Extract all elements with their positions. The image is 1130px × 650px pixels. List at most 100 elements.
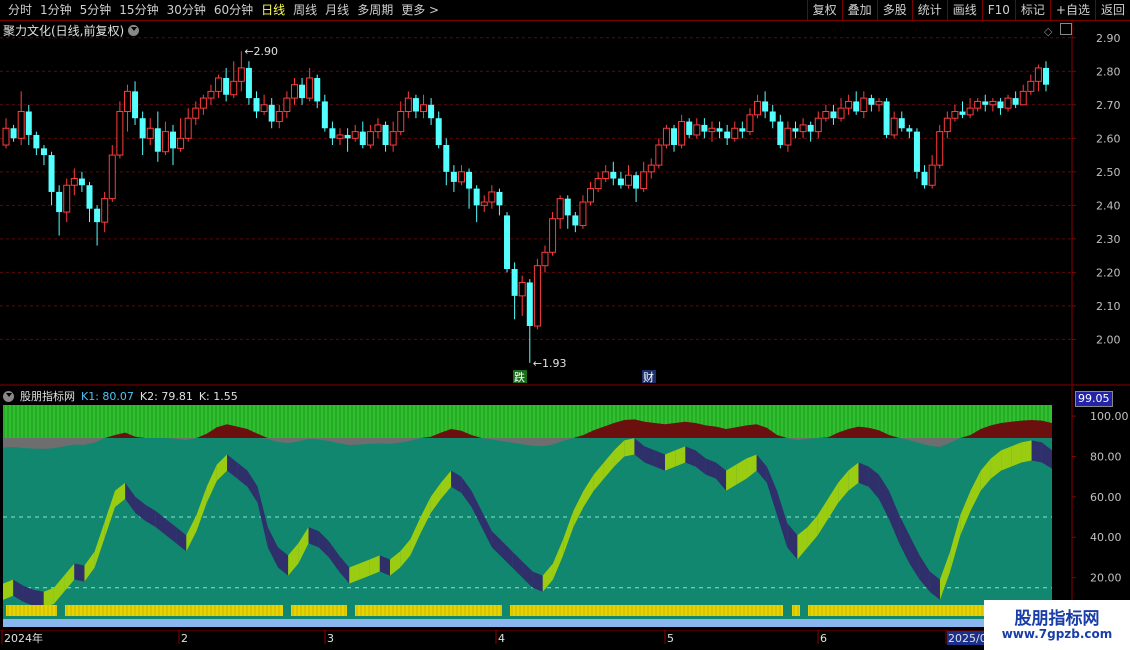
x-tick-label: 2024年 [4,631,43,645]
candle-body [260,104,268,112]
candle-body [116,111,124,156]
chevron-down-icon[interactable] [3,390,14,402]
candle-body [731,127,739,139]
yellow-band [65,605,283,616]
period-tab-3[interactable]: 15分钟 [115,0,162,20]
candle-body [814,117,822,133]
candlestick-chart[interactable]: 2.90 2.80 2.70 2.60 2.50 2.40 2.30 2.20 2.10 2.00… [0,21,1130,407]
toolbar-button-1[interactable]: 叠加 [841,0,877,20]
candle-body [647,164,655,173]
candle-body [245,67,252,99]
x-tick-label: 5 [667,632,674,645]
y-tick-label: 2.00 [1096,333,1121,346]
candle-body [997,101,1004,109]
candle-body [533,265,541,327]
candle-body [397,111,405,133]
period-tab-2[interactable]: 5分钟 [76,0,116,20]
bottom-band [3,619,1052,627]
candle-body [192,107,200,119]
candle-body [170,131,177,149]
yellow-band [510,605,783,616]
candle-body [921,171,928,186]
toolbar-button-6[interactable]: 标记 [1014,0,1050,20]
candle-body [488,191,496,203]
candle-body [48,155,55,192]
current-value-badge: 99.05 [1075,391,1113,407]
candle-body [404,97,412,112]
toolbar-button-2[interactable]: 多股 [876,0,912,20]
candle-body [686,121,693,135]
candle-body [587,188,595,203]
candle-body [769,111,776,122]
stock-title: 聚力文化(日线,前复权) [3,24,125,38]
candle-body [466,171,473,189]
toolbar-button-8[interactable]: 返回 [1094,0,1130,20]
period-tab-0[interactable]: 分时 [4,0,36,20]
candle-body [898,118,905,129]
candle-body [1034,67,1042,82]
candle-body [199,97,207,109]
watermark-title: 股朋指标网 [1014,609,1100,629]
period-tab-7[interactable]: 周线 [289,0,321,20]
candle-body [207,90,215,99]
candle-body [602,171,610,180]
period-tab-6[interactable]: 日线 [257,0,289,20]
candle-body [853,101,860,112]
period-tab-8[interactable]: 月线 [321,0,353,20]
toolbar-button-4[interactable]: 画线 [946,0,982,20]
candle-body [579,201,587,226]
candle-body [329,128,336,139]
event-mark: 跌 [514,370,525,384]
toolbar-buttons: 复权 叠加 多股 统计 画线 F10 标记 +自选 返回 [806,0,1130,20]
candle-body [2,127,10,146]
y-tick-label: 2.80 [1096,65,1121,78]
candle-body [890,117,898,136]
candle-body [336,134,344,139]
kband-segment [858,462,869,487]
candle-body [868,98,875,105]
toolbar-button-3[interactable]: 统计 [911,0,947,20]
candle-body [564,198,571,216]
period-tab-4[interactable]: 30分钟 [163,0,210,20]
candle-body [662,127,670,146]
candle-body [701,124,708,132]
watermark-url: www.7gpzb.com [1001,627,1113,641]
toolbar-button-0[interactable]: 复权 [806,0,842,20]
candle-body [951,111,959,119]
candle-body [678,121,686,146]
candle-body [837,107,845,119]
candle-body [572,215,579,226]
candle-body [412,98,419,112]
candle-body [526,282,533,327]
y-tick-label: 2.90 [1096,32,1121,45]
y-tick-label: 2.30 [1096,233,1121,246]
yellow-band [792,605,800,616]
toolbar-button-7[interactable]: +自选 [1049,0,1095,20]
low-label: ←1.93 [533,357,567,370]
kband-segment [74,563,85,582]
period-tab-5[interactable]: 60分钟 [210,0,257,20]
toolbar-button-5[interactable]: F10 [981,0,1015,20]
candle-body [237,67,245,82]
maximize-icon[interactable] [1060,23,1072,35]
chevron-down-icon[interactable] [128,25,140,36]
candle-body [989,100,997,106]
candle-body [33,134,40,149]
candle-body [389,131,397,146]
candle-body [671,128,678,146]
y-tick-label: 2.50 [1096,166,1121,179]
candle-body [299,84,306,99]
candle-body [70,178,78,186]
diamond-icon[interactable]: ◇ [1044,25,1052,38]
event-mark: 财 [643,370,654,384]
period-tab-1[interactable]: 1分钟 [36,0,76,20]
candle-body [351,131,359,139]
candle-body [473,188,480,206]
period-tab-9[interactable]: 多周期 [353,0,397,20]
period-tab-10[interactable]: 更多 > [397,0,443,20]
indicator-tick-label: 80.00 [1090,450,1122,463]
indicator-chart[interactable]: 100.00 80.00 60.00 40.00 20.00 [0,386,1130,631]
candle-body [1019,90,1027,106]
candle-body [63,184,71,213]
period-tabs: 分时 1分钟 5分钟 15分钟 30分钟 60分钟 日线 周线 月线 多周期 更多 > [4,0,443,20]
